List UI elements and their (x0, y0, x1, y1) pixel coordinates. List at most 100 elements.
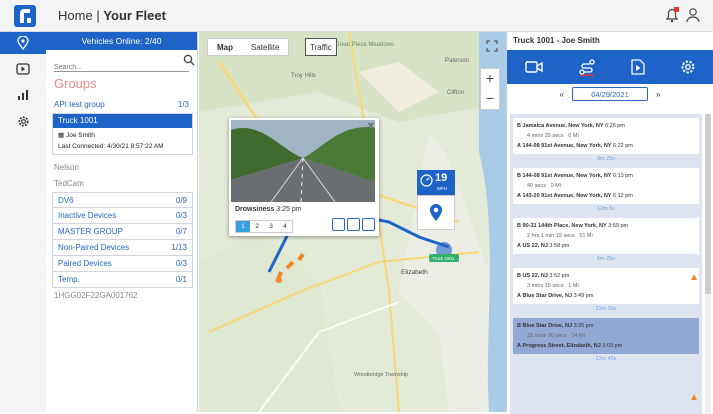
truck-detail-panel: Truck 1001 - Joe Smith « 04/29/2021 » B … (506, 32, 713, 414)
trip-list: B Jamaica Avenue, New York, NY 6:26 pm 4… (510, 114, 702, 414)
trip-end-time: 6:13 pm (613, 173, 633, 179)
group-count: 0/3 (175, 211, 187, 220)
group-count: 1/13 (171, 243, 187, 252)
settings-gear-icon[interactable] (680, 59, 696, 75)
page-button[interactable]: 2 (250, 221, 264, 232)
trip-end: 90-31 144th Place, New York, NY (522, 223, 607, 229)
map-view[interactable]: Truck 1001 Great Piece Meadows Troy Hill… (199, 32, 506, 412)
group-row[interactable]: Temp. 0/1 (52, 272, 193, 288)
group-row[interactable]: Inactive Devices 0/3 (52, 208, 193, 224)
location-pin-icon (17, 36, 29, 50)
map-place: Paterson (445, 58, 469, 64)
speed-card: 19 MPH (417, 170, 455, 230)
trip-end-time: 3:52 pm (549, 273, 570, 279)
page-title: Your Fleet (103, 8, 166, 23)
traffic-toggle[interactable]: Traffic (305, 38, 337, 56)
play-icon[interactable] (332, 218, 345, 231)
trip-end-time: 3:35 pm (573, 323, 594, 329)
group-row[interactable]: API test group 1/3 (46, 97, 197, 113)
page-button[interactable]: 4 (278, 221, 292, 232)
trip-card[interactable]: B 90-31 144th Place, New York, NY 3:59 p… (513, 218, 699, 254)
map-place: Great Piece Meadows (335, 42, 394, 48)
group-name: DV6 (58, 196, 74, 205)
camera-icon[interactable] (524, 60, 543, 74)
selected-truck-card[interactable]: Truck 1001 ▦ Joe Smith Last Connected: 4… (52, 113, 193, 155)
event-time: 3:25 pm (276, 206, 302, 213)
nav-settings[interactable] (0, 110, 46, 132)
trip-card[interactable]: B US 22, NJ 3:52 pm 3 mins 15 secs 1 Mi … (513, 268, 699, 304)
location-pin-icon (430, 203, 442, 221)
notification-bell-icon[interactable] (665, 6, 679, 24)
fullscreen-icon[interactable] (486, 40, 498, 52)
trip-card[interactable]: B Jamaica Avenue, New York, NY 6:26 pm 4… (513, 118, 699, 154)
trip-card[interactable]: B 144-08 91st Avenue, New York, NY 6:13 … (513, 168, 699, 204)
vehicle-row[interactable]: Nelson (46, 160, 197, 176)
group-row[interactable]: Non-Paired Devices 1/13 (52, 240, 193, 256)
trip-list-scrollbar[interactable] (705, 114, 711, 414)
group-name: Temp. (58, 275, 80, 284)
trip-distance: 1 Mi (568, 283, 579, 289)
trip-gap: 13m 30s (595, 306, 617, 312)
trips-route-icon[interactable] (578, 58, 596, 76)
trip-duration: 40 secs (527, 183, 546, 189)
groups-title: Groups (54, 76, 97, 91)
trip-end-time: 6:26 pm (605, 123, 625, 129)
map-place: Elizabeth (401, 269, 428, 276)
trip-gap: 13m 45s (595, 356, 617, 362)
group-count: 0/9 (175, 196, 187, 205)
nav-reports[interactable] (0, 84, 46, 106)
breadcrumb-home[interactable]: Home (58, 8, 93, 23)
speedometer-icon (420, 174, 433, 187)
tab-map[interactable]: Map (208, 39, 242, 55)
trip-start-time: 6:12 pm (613, 193, 633, 199)
search-input[interactable] (54, 64, 174, 71)
page-button[interactable]: 3 (264, 221, 278, 232)
breadcrumb: Home | Your Fleet (58, 8, 166, 23)
group-count: 0/3 (175, 259, 187, 268)
video-file-icon[interactable] (630, 59, 645, 75)
trip-start-time: 3:58 pm (549, 243, 570, 249)
group-row[interactable]: MASTER GROUP 0/7 (52, 224, 193, 240)
trip-distance: 51 Mi (579, 233, 593, 239)
zoom-in-button[interactable]: + (481, 69, 499, 89)
trip-start: Progress Street, Elizabeth, NJ (522, 343, 601, 349)
trip-gap: 5m 25s (596, 256, 616, 262)
search-icon[interactable] (183, 54, 195, 66)
vehicles-panel: Vehicles Online: 2/40 Groups API test gr… (46, 32, 198, 412)
share-icon[interactable] (347, 218, 360, 231)
prev-date-button[interactable]: « (560, 90, 564, 99)
trip-start: US 22, NJ (522, 243, 548, 249)
group-row[interactable]: DV6 0/9 (52, 192, 193, 208)
zoom-out-button[interactable]: − (481, 89, 499, 109)
nav-videos[interactable] (0, 58, 46, 80)
warning-icon[interactable]: ▲ (689, 272, 699, 283)
panel-toolbar (507, 50, 713, 84)
group-name: Inactive Devices (58, 211, 117, 220)
vehicle-row[interactable]: TedCam (46, 176, 197, 192)
trip-duration: 32 mins 30 secs (527, 333, 567, 339)
app-logo[interactable] (14, 5, 36, 27)
map-place: Troy Hills (291, 73, 316, 79)
user-profile-icon[interactable] (685, 6, 701, 24)
device-id[interactable]: 1HGG02F22GA001762 (46, 288, 197, 304)
trip-end: Jamaica Avenue, New York, NY (522, 123, 604, 129)
trip-distance: 0 Mi (568, 133, 579, 139)
bar-chart-icon (18, 90, 28, 100)
trip-duration: 3 mins 15 secs (527, 283, 564, 289)
group-row[interactable]: Paired Devices 0/3 (52, 256, 193, 272)
dashcam-thumbnail[interactable] (231, 120, 375, 202)
page-button[interactable]: 1 (236, 221, 250, 232)
nav-map[interactable] (0, 32, 46, 54)
group-name: Paired Devices (58, 259, 112, 268)
trip-gap: 12m 5s (596, 206, 616, 212)
close-icon[interactable]: ✕ (367, 121, 375, 132)
trip-card-selected[interactable]: B Blue Star Drive, NJ 3:35 pm 32 mins 30… (513, 318, 699, 354)
warning-icon[interactable]: ▲ (689, 392, 699, 403)
date-field[interactable]: 04/29/2021 (572, 87, 648, 101)
trip-end: Blue Star Drive, NJ (522, 323, 573, 329)
next-date-button[interactable]: » (656, 90, 660, 99)
star-icon[interactable] (362, 218, 375, 231)
tab-satellite[interactable]: Satellite (242, 39, 288, 55)
map-type-tabs: Map Satellite (207, 38, 290, 56)
group-count: 1/3 (177, 100, 189, 109)
